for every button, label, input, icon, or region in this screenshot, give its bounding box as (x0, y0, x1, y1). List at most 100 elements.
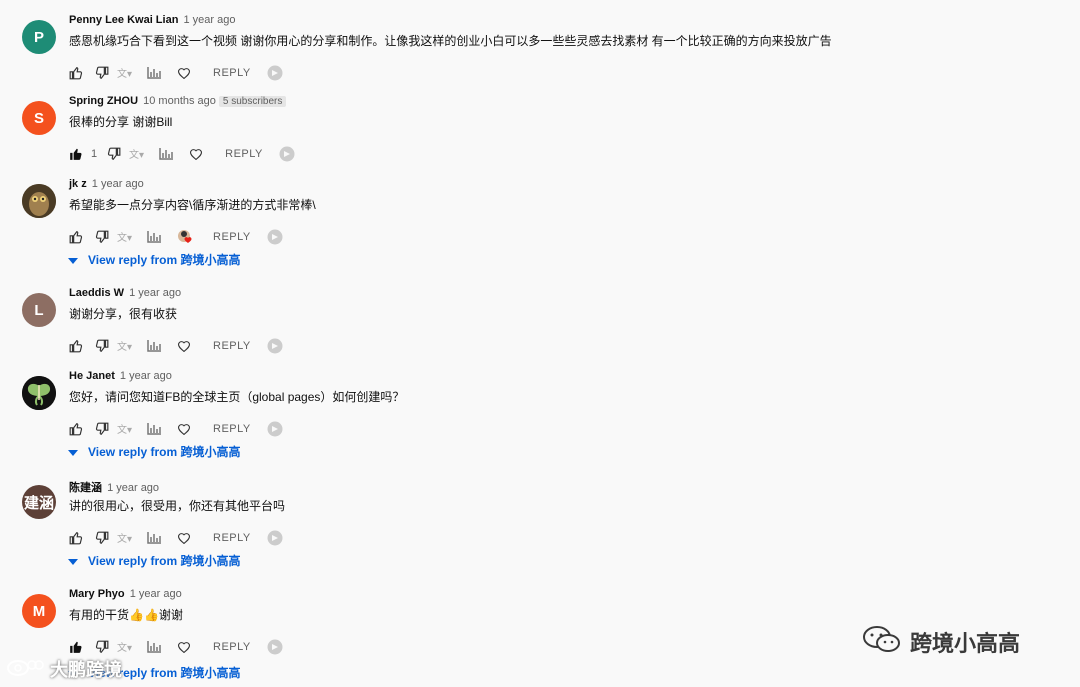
timestamp[interactable]: 1 year ago (92, 178, 144, 190)
heart-icon[interactable] (177, 67, 191, 79)
moth-photo-icon (22, 376, 56, 410)
chart-icon[interactable] (147, 340, 161, 352)
action-bar: 文▾ REPLY (69, 638, 283, 656)
dubbing-icon[interactable] (267, 530, 283, 546)
avatar[interactable] (22, 376, 56, 410)
chart-icon[interactable] (159, 148, 174, 160)
reply-button[interactable]: REPLY (213, 67, 251, 79)
view-reply-link[interactable]: View reply from 跨境小高高 (68, 251, 240, 268)
view-reply-link[interactable]: View reply from 跨境小高高 (68, 443, 240, 460)
svg-text:文▾: 文▾ (117, 231, 132, 243)
reply-button[interactable]: REPLY (213, 423, 251, 435)
dislike-icon[interactable] (95, 531, 109, 545)
like-icon[interactable] (69, 339, 83, 353)
avatar[interactable] (22, 184, 56, 218)
author-name[interactable]: Laeddis W (69, 287, 124, 299)
wechat-icon (862, 624, 902, 660)
translate-icon[interactable]: 文▾ (117, 231, 139, 243)
comment-text: 希望能多一点分享内容\循序渐进的方式非常棒\ (69, 198, 316, 212)
translate-icon[interactable]: 文▾ (117, 532, 139, 544)
comment-header: jk z 1 year ago (69, 178, 144, 190)
heart-icon[interactable] (177, 423, 191, 435)
chart-icon[interactable] (147, 67, 161, 79)
creator-heart-icon[interactable] (177, 229, 195, 245)
translate-icon[interactable]: 文▾ (117, 423, 139, 435)
heart-icon[interactable] (189, 148, 203, 160)
dislike-icon[interactable] (95, 66, 109, 80)
dislike-icon[interactable] (95, 640, 109, 654)
timestamp[interactable]: 10 months ago (143, 95, 216, 107)
comment-text: 谢谢分享，很有收获 (69, 307, 178, 321)
author-name[interactable]: He Janet (69, 370, 115, 382)
comment-header: Laeddis W 1 year ago (69, 287, 181, 299)
chart-icon[interactable] (147, 423, 161, 435)
like-icon[interactable] (69, 531, 83, 545)
dislike-icon[interactable] (95, 422, 109, 436)
watermark-wechat: 跨境小高高 (862, 624, 1020, 660)
author-name[interactable]: Spring ZHOU (69, 95, 138, 107)
watermark-weibo: 大鹏跨境 (6, 655, 122, 682)
owl-photo-icon (22, 184, 56, 218)
author-name[interactable]: Penny Lee Kwai Lian (69, 14, 178, 26)
translate-icon[interactable]: 文▾ (129, 148, 151, 160)
comment-header: Mary Phyo 1 year ago (69, 588, 182, 600)
avatar[interactable]: M (22, 594, 56, 628)
timestamp[interactable]: 1 year ago (120, 370, 172, 382)
dubbing-icon[interactable] (267, 421, 283, 437)
reply-button[interactable]: REPLY (213, 641, 251, 653)
dubbing-icon[interactable] (267, 639, 283, 655)
dislike-icon[interactable] (95, 339, 109, 353)
avatar[interactable]: 建涵 (22, 485, 56, 519)
like-icon[interactable] (69, 147, 83, 161)
chart-icon[interactable] (147, 231, 161, 243)
reply-button[interactable]: REPLY (213, 532, 251, 544)
heart-icon[interactable] (177, 532, 191, 544)
heart-icon[interactable] (177, 641, 191, 653)
comment-text: 您好，请问您知道FB的全球主页（global pages）如何创建吗？ (69, 390, 405, 404)
dislike-icon[interactable] (95, 230, 109, 244)
dubbing-icon[interactable] (267, 229, 283, 245)
view-reply-label: View reply from 跨境小高高 (88, 445, 241, 459)
svg-text:文▾: 文▾ (117, 67, 132, 79)
translate-icon[interactable]: 文▾ (117, 641, 139, 653)
reply-button[interactable]: REPLY (213, 231, 251, 243)
action-bar: 文▾ REPLY (69, 529, 283, 547)
reply-button[interactable]: REPLY (225, 148, 263, 160)
view-reply-link[interactable]: View reply from 跨境小高高 (68, 552, 240, 569)
timestamp[interactable]: 1 year ago (107, 482, 159, 494)
avatar[interactable]: S (22, 101, 56, 135)
comment-header: Spring ZHOU 10 months ago 5 subscribers (69, 95, 287, 107)
author-name[interactable]: 陈建涵 (69, 482, 102, 494)
timestamp[interactable]: 1 year ago (129, 287, 181, 299)
svg-text:文▾: 文▾ (117, 532, 132, 544)
dislike-icon[interactable] (107, 147, 121, 161)
timestamp[interactable]: 1 year ago (130, 588, 182, 600)
like-count: 1 (91, 148, 98, 160)
watermark-text: 跨境小高高 (910, 631, 1021, 656)
chart-icon[interactable] (147, 532, 161, 544)
translate-icon[interactable]: 文▾ (117, 340, 139, 352)
translate-icon[interactable]: 文▾ (117, 67, 139, 79)
dubbing-icon[interactable] (279, 146, 295, 162)
author-name[interactable]: Mary Phyo (69, 588, 125, 600)
avatar[interactable]: L (22, 293, 56, 327)
dubbing-icon[interactable] (267, 65, 283, 81)
like-icon[interactable] (69, 230, 83, 244)
action-bar: 文▾ REPLY (69, 337, 283, 355)
caret-down-icon (68, 554, 78, 568)
action-bar: 文▾ REPLY (69, 64, 283, 82)
chart-icon[interactable] (147, 641, 161, 653)
caret-down-icon (68, 445, 78, 459)
like-icon[interactable] (69, 640, 83, 654)
heart-icon[interactable] (177, 340, 191, 352)
svg-text:文▾: 文▾ (129, 148, 144, 160)
comment-header: 陈建涵 1 year ago (69, 479, 159, 495)
timestamp[interactable]: 1 year ago (183, 14, 235, 26)
like-icon[interactable] (69, 422, 83, 436)
dubbing-icon[interactable] (267, 338, 283, 354)
avatar[interactable]: P (22, 20, 56, 54)
author-name[interactable]: jk z (69, 178, 87, 190)
like-icon[interactable] (69, 66, 83, 80)
comment-text: 很棒的分享 谢谢Bill (69, 115, 173, 129)
reply-button[interactable]: REPLY (213, 340, 251, 352)
